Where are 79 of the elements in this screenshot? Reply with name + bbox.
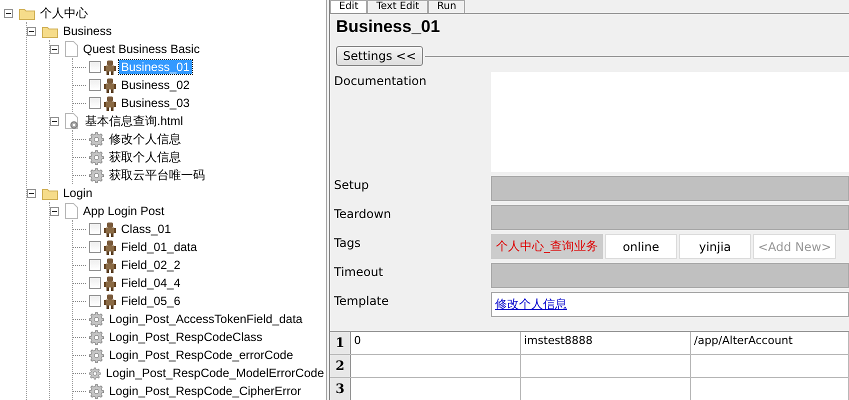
collapse-toggle[interactable] xyxy=(50,44,59,54)
page-icon xyxy=(65,41,78,57)
field-label: Tags xyxy=(333,235,362,252)
checkbox[interactable] xyxy=(89,241,101,253)
tree-item[interactable]: App Login Post xyxy=(81,204,166,218)
row-number: 1 xyxy=(330,332,351,354)
tree-item[interactable]: Business_02 xyxy=(119,78,192,92)
tab[interactable]: Text Edit xyxy=(367,0,428,13)
checkbox[interactable] xyxy=(89,277,101,289)
folder-icon xyxy=(19,6,35,20)
checkbox[interactable] xyxy=(89,223,101,235)
folder-icon xyxy=(42,186,58,200)
tree-item[interactable]: Login_Post_RespCodeClass xyxy=(107,330,264,344)
collapse-toggle[interactable] xyxy=(27,26,36,36)
tree-item[interactable]: Class_01 xyxy=(119,222,174,236)
tree-item[interactable]: 个人中心 xyxy=(38,4,90,22)
checkbox[interactable] xyxy=(89,97,101,109)
tree-item[interactable]: 基本信息查询.html xyxy=(83,112,186,130)
table-cell[interactable]: imstest8888 xyxy=(521,332,691,354)
tree-item[interactable]: Login_Post_RespCode_errorCode xyxy=(107,348,296,362)
gear-icon xyxy=(89,348,104,362)
settings-button[interactable]: Settings << xyxy=(336,46,424,66)
field-label: Setup xyxy=(333,177,370,194)
gear-icon xyxy=(89,312,104,326)
page-icon xyxy=(65,203,78,219)
gear-icon xyxy=(89,366,101,380)
tree-item[interactable]: Login_Post_AccessTokenField_data xyxy=(107,312,304,326)
input-field[interactable] xyxy=(491,263,849,288)
tree-item[interactable]: 获取个人信息 xyxy=(107,148,183,166)
tree-item[interactable]: Field_02_2 xyxy=(119,258,182,272)
input-field[interactable] xyxy=(491,176,849,201)
table-cell[interactable]: 0 xyxy=(351,332,521,354)
robot-icon xyxy=(104,78,116,92)
tree-item[interactable]: Field_01_data xyxy=(119,240,200,254)
field-label: Timeout xyxy=(333,264,384,281)
robot-icon xyxy=(104,258,116,272)
collapse-toggle[interactable] xyxy=(27,188,36,198)
checkbox[interactable] xyxy=(89,259,101,271)
collapse-toggle[interactable] xyxy=(50,206,59,216)
folder-icon xyxy=(42,24,58,38)
gear-icon xyxy=(89,330,104,344)
robot-icon xyxy=(104,60,116,74)
gear-icon xyxy=(89,168,104,182)
tree-item[interactable]: Field_05_6 xyxy=(119,294,182,308)
field-label: Documentation xyxy=(333,73,428,90)
collapse-toggle[interactable] xyxy=(4,8,13,18)
collapse-toggle[interactable] xyxy=(50,116,59,126)
checkbox[interactable] xyxy=(89,79,101,91)
robot-icon xyxy=(104,276,116,290)
input-field[interactable] xyxy=(491,205,849,230)
tree-item[interactable]: Login_Post_RespCode_ModelErrorCode xyxy=(104,366,326,380)
table-cell[interactable]: /app/AlterAccount xyxy=(691,332,849,354)
tag[interactable]: yinjia xyxy=(679,234,751,259)
robot-icon xyxy=(104,222,116,236)
tree-item[interactable]: Business_03 xyxy=(119,96,192,110)
field-label: Template xyxy=(333,293,390,310)
tree-item[interactable]: Business xyxy=(61,24,114,38)
checkbox[interactable] xyxy=(89,61,101,73)
robot-icon xyxy=(104,96,116,110)
tab[interactable]: Run xyxy=(428,0,466,13)
tree-item[interactable]: Login xyxy=(61,186,94,200)
template-link[interactable]: 修改个人信息 xyxy=(495,297,567,311)
robot-icon xyxy=(104,240,116,254)
field-label: Teardown xyxy=(333,206,392,223)
tree-item[interactable]: 修改个人信息 xyxy=(107,130,183,148)
tree-item[interactable]: Login_Post_RespCode_CipherError xyxy=(107,384,304,398)
row-number: 3 xyxy=(330,378,351,400)
tree-item[interactable]: 获取云平台唯一码 xyxy=(107,166,207,184)
gear-icon xyxy=(89,132,104,146)
row-number: 2 xyxy=(330,355,351,377)
gear-icon xyxy=(89,150,104,164)
tree-item[interactable]: Field_04_4 xyxy=(119,276,182,290)
tree-item[interactable]: Quest Business Basic xyxy=(81,42,202,56)
test-title: Business_01 xyxy=(335,16,441,37)
checkbox[interactable] xyxy=(89,295,101,307)
robot-icon xyxy=(104,294,116,308)
tag[interactable]: online xyxy=(605,234,677,259)
tab[interactable]: Edit xyxy=(330,0,368,13)
template-field[interactable]: 修改个人信息 xyxy=(491,292,849,317)
